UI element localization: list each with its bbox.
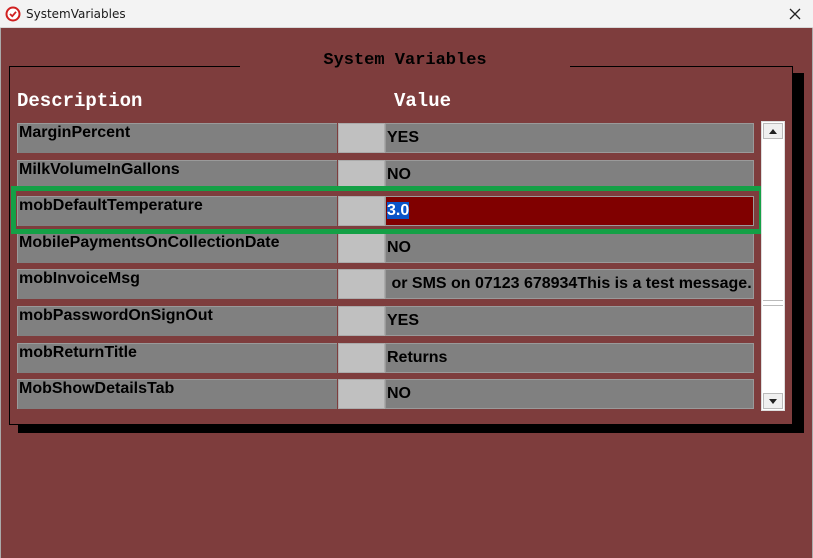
vertical-scrollbar[interactable] xyxy=(761,121,785,411)
row-value-field[interactable]: YES xyxy=(385,306,754,336)
title-bar: SystemVariables xyxy=(0,0,813,28)
row-spacer-cell xyxy=(338,233,385,263)
panel-title: System Variables xyxy=(240,50,570,72)
arrow-down-icon xyxy=(769,398,777,404)
row-value-field[interactable]: YES xyxy=(385,123,754,153)
scroll-up-button[interactable] xyxy=(763,123,783,139)
row-value-field[interactable]: NO xyxy=(385,379,754,409)
close-icon xyxy=(789,8,801,20)
row-spacer-cell xyxy=(338,343,385,373)
close-button[interactable] xyxy=(777,0,813,28)
row-value-field[interactable]: Returns xyxy=(385,343,754,373)
row-value-field[interactable]: NO xyxy=(385,233,754,263)
table-row[interactable]: mobPasswordOnSignOut YES xyxy=(17,306,754,336)
table-row[interactable]: MobShowDetailsTab NO xyxy=(17,379,754,409)
scrollbar-thumb[interactable] xyxy=(763,300,783,306)
row-description: mobReturnTitle xyxy=(17,343,337,373)
app-clock-icon xyxy=(5,6,21,22)
column-header-value: Value xyxy=(394,90,452,112)
row-description: MobilePaymentsOnCollectionDate xyxy=(17,233,337,263)
table-row[interactable]: MarginPercent YES xyxy=(17,123,754,153)
table-row[interactable]: MobilePaymentsOnCollectionDate NO xyxy=(17,233,754,263)
row-description: mobInvoiceMsg xyxy=(17,269,337,299)
row-description: MobShowDetailsTab xyxy=(17,379,337,409)
row-spacer-cell xyxy=(338,123,385,153)
arrow-up-icon xyxy=(769,128,777,134)
column-header-description: Description xyxy=(17,90,143,112)
table-row[interactable]: mobReturnTitle Returns xyxy=(17,343,754,373)
window-title: SystemVariables xyxy=(26,7,126,21)
row-spacer-cell xyxy=(338,379,385,409)
row-spacer-cell xyxy=(338,306,385,336)
row-description: mobPasswordOnSignOut xyxy=(17,306,337,336)
scroll-down-button[interactable] xyxy=(763,393,783,409)
selection-highlight-box xyxy=(11,186,764,234)
row-description: MarginPercent xyxy=(17,123,337,153)
row-value-field[interactable]: or SMS on 07123 678934This is a test mes… xyxy=(385,269,754,299)
table-row[interactable]: mobInvoiceMsg or SMS on 07123 678934This… xyxy=(17,269,754,299)
row-spacer-cell xyxy=(338,269,385,299)
